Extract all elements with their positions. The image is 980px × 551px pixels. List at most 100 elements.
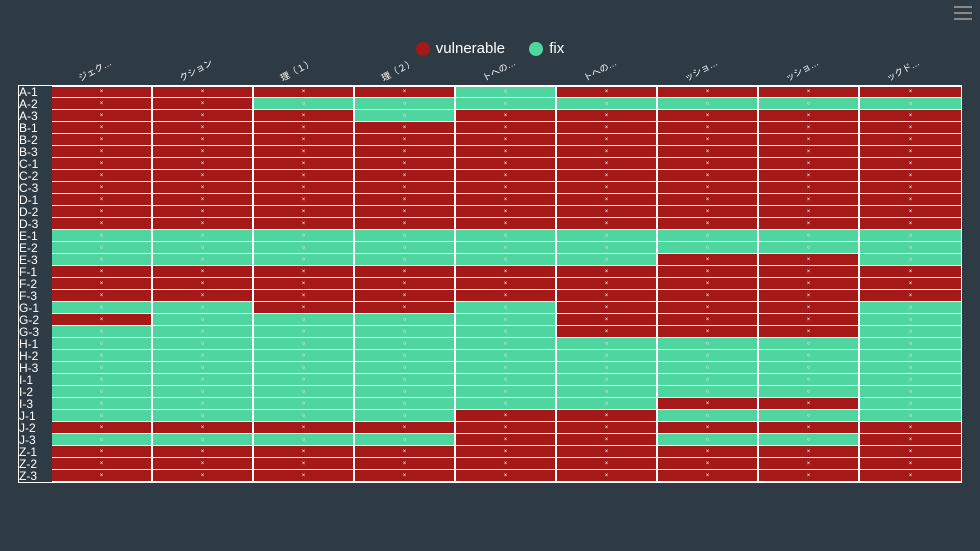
heatmap-cell[interactable]: ×: [557, 434, 658, 446]
heatmap-cell[interactable]: ×: [759, 158, 860, 170]
heatmap-cell[interactable]: ×: [658, 158, 759, 170]
heatmap-cell[interactable]: ○: [759, 386, 860, 398]
heatmap-cell[interactable]: ×: [860, 266, 961, 278]
heatmap-cell[interactable]: ×: [860, 218, 961, 230]
heatmap-cell[interactable]: ×: [456, 122, 557, 134]
heatmap-cell[interactable]: ○: [153, 326, 254, 338]
heatmap-cell[interactable]: ○: [52, 398, 153, 410]
heatmap-cell[interactable]: ×: [759, 326, 860, 338]
heatmap-cell[interactable]: ×: [658, 266, 759, 278]
heatmap-cell[interactable]: ×: [456, 110, 557, 122]
heatmap-cell[interactable]: ×: [658, 170, 759, 182]
heatmap-cell[interactable]: ×: [557, 326, 658, 338]
heatmap-cell[interactable]: ○: [355, 314, 456, 326]
heatmap-cell[interactable]: ○: [355, 230, 456, 242]
heatmap-cell[interactable]: ×: [355, 158, 456, 170]
heatmap-cell[interactable]: ×: [153, 146, 254, 158]
heatmap-cell[interactable]: ×: [355, 266, 456, 278]
heatmap-cell[interactable]: ×: [355, 206, 456, 218]
heatmap-cell[interactable]: ○: [860, 374, 961, 386]
heatmap-cell[interactable]: ×: [153, 122, 254, 134]
heatmap-cell[interactable]: ×: [860, 194, 961, 206]
heatmap-cell[interactable]: ○: [355, 350, 456, 362]
heatmap-cell[interactable]: ×: [658, 302, 759, 314]
heatmap-cell[interactable]: ○: [254, 434, 355, 446]
heatmap-cell[interactable]: ○: [52, 362, 153, 374]
heatmap-cell[interactable]: ○: [254, 98, 355, 110]
heatmap-cell[interactable]: ×: [557, 458, 658, 470]
heatmap-cell[interactable]: ○: [254, 410, 355, 422]
heatmap-cell[interactable]: ×: [254, 206, 355, 218]
heatmap-cell[interactable]: ×: [153, 422, 254, 434]
heatmap-cell[interactable]: ○: [557, 242, 658, 254]
heatmap-cell[interactable]: ○: [456, 350, 557, 362]
heatmap-cell[interactable]: ×: [153, 158, 254, 170]
heatmap-cell[interactable]: ×: [860, 278, 961, 290]
heatmap-cell[interactable]: ○: [254, 398, 355, 410]
heatmap-cell[interactable]: ×: [52, 470, 153, 482]
heatmap-cell[interactable]: ○: [759, 434, 860, 446]
heatmap-cell[interactable]: ○: [860, 362, 961, 374]
heatmap-cell[interactable]: ×: [557, 134, 658, 146]
heatmap-cell[interactable]: ×: [355, 290, 456, 302]
heatmap-cell[interactable]: ○: [254, 374, 355, 386]
heatmap-cell[interactable]: ○: [254, 350, 355, 362]
heatmap-cell[interactable]: ×: [658, 326, 759, 338]
heatmap-cell[interactable]: ○: [860, 242, 961, 254]
heatmap-cell[interactable]: ×: [355, 146, 456, 158]
heatmap-cell[interactable]: ×: [759, 254, 860, 266]
heatmap-cell[interactable]: ×: [456, 278, 557, 290]
heatmap-cell[interactable]: ×: [456, 266, 557, 278]
heatmap-cell[interactable]: ×: [355, 470, 456, 482]
heatmap-cell[interactable]: ×: [860, 170, 961, 182]
heatmap-cell[interactable]: ○: [658, 98, 759, 110]
heatmap-cell[interactable]: ○: [254, 254, 355, 266]
heatmap-cell[interactable]: ○: [557, 398, 658, 410]
heatmap-cell[interactable]: ×: [52, 290, 153, 302]
heatmap-cell[interactable]: ×: [860, 470, 961, 482]
heatmap-cell[interactable]: ×: [456, 458, 557, 470]
heatmap-cell[interactable]: ○: [254, 338, 355, 350]
heatmap-cell[interactable]: ×: [658, 110, 759, 122]
heatmap-cell[interactable]: ×: [658, 290, 759, 302]
heatmap-cell[interactable]: ×: [153, 98, 254, 110]
heatmap-cell[interactable]: ○: [759, 338, 860, 350]
heatmap-cell[interactable]: ×: [254, 266, 355, 278]
heatmap-cell[interactable]: ×: [254, 86, 355, 98]
heatmap-cell[interactable]: ×: [52, 218, 153, 230]
heatmap-cell[interactable]: ×: [52, 134, 153, 146]
heatmap-cell[interactable]: ×: [658, 182, 759, 194]
heatmap-cell[interactable]: ○: [456, 386, 557, 398]
heatmap-cell[interactable]: ×: [456, 170, 557, 182]
heatmap-cell[interactable]: ×: [254, 302, 355, 314]
heatmap-cell[interactable]: ○: [355, 374, 456, 386]
heatmap-cell[interactable]: ○: [557, 386, 658, 398]
heatmap-cell[interactable]: ×: [759, 182, 860, 194]
heatmap-cell[interactable]: ×: [759, 170, 860, 182]
heatmap-cell[interactable]: ×: [456, 290, 557, 302]
heatmap-cell[interactable]: ○: [456, 326, 557, 338]
heatmap-cell[interactable]: ○: [658, 410, 759, 422]
heatmap-cell[interactable]: ×: [355, 458, 456, 470]
heatmap-cell[interactable]: ×: [557, 302, 658, 314]
heatmap-cell[interactable]: ×: [860, 206, 961, 218]
heatmap-cell[interactable]: ×: [355, 218, 456, 230]
heatmap-cell[interactable]: ○: [355, 254, 456, 266]
heatmap-cell[interactable]: ×: [254, 158, 355, 170]
heatmap-cell[interactable]: ×: [658, 122, 759, 134]
heatmap-cell[interactable]: ×: [557, 122, 658, 134]
heatmap-cell[interactable]: ×: [153, 110, 254, 122]
heatmap-cell[interactable]: ×: [557, 314, 658, 326]
heatmap-cell[interactable]: ×: [860, 86, 961, 98]
heatmap-cell[interactable]: ×: [557, 182, 658, 194]
heatmap-cell[interactable]: ×: [658, 86, 759, 98]
heatmap-cell[interactable]: ×: [860, 458, 961, 470]
heatmap-cell[interactable]: ×: [658, 446, 759, 458]
heatmap-cell[interactable]: ×: [254, 422, 355, 434]
heatmap-cell[interactable]: ○: [355, 242, 456, 254]
heatmap-cell[interactable]: ×: [557, 170, 658, 182]
heatmap-cell[interactable]: ○: [355, 98, 456, 110]
heatmap-cell[interactable]: ×: [153, 206, 254, 218]
heatmap-cell[interactable]: ○: [52, 410, 153, 422]
heatmap-cell[interactable]: ×: [759, 194, 860, 206]
